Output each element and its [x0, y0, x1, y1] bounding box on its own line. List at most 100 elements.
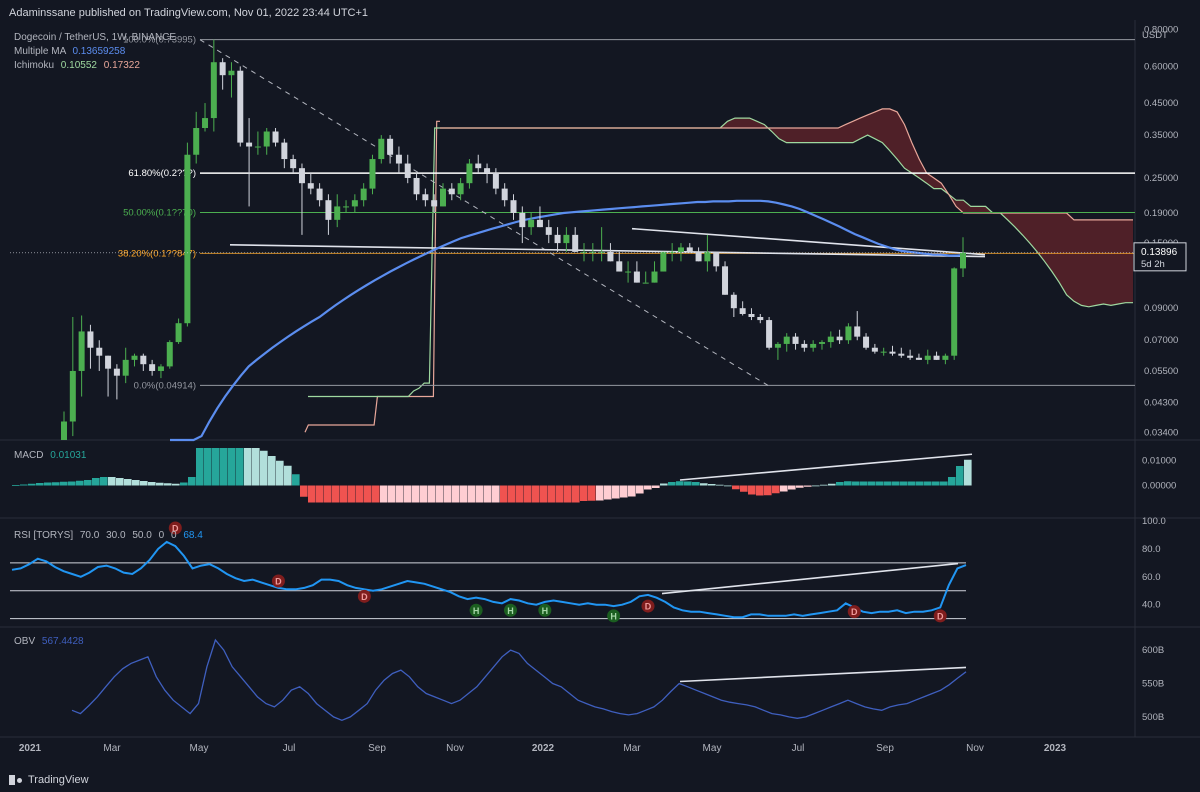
candle-body	[871, 347, 878, 352]
macd-bar	[28, 483, 36, 486]
macd-bar	[76, 480, 84, 486]
rsi-value: 68.4	[183, 530, 203, 541]
macd-bar	[164, 483, 172, 486]
candle-body	[281, 142, 288, 160]
candle-body	[863, 336, 870, 348]
candle-body	[748, 313, 755, 317]
price-tick-label: 0.05500	[1144, 366, 1178, 377]
candle-body	[113, 368, 120, 376]
macd-bar	[788, 485, 796, 490]
macd-bar	[804, 485, 812, 487]
candle-body	[766, 320, 773, 348]
time-axis-label: Mar	[103, 743, 121, 754]
price-tick-label: 0.60000	[1144, 61, 1178, 72]
candle-body	[845, 326, 852, 341]
candle-body	[730, 294, 737, 309]
candle-body	[818, 342, 825, 344]
macd-bar	[484, 485, 492, 503]
candle-body	[431, 200, 438, 207]
macd-bar	[92, 478, 100, 486]
candle-body	[263, 131, 270, 147]
candle-body	[898, 353, 905, 356]
price-tick-label: 0.09000	[1144, 303, 1178, 314]
candle-body	[254, 146, 261, 148]
macd-bar	[644, 485, 652, 490]
macd-bar	[420, 485, 428, 503]
candle-body	[422, 194, 429, 201]
macd-bar	[900, 481, 908, 486]
candle-body	[387, 138, 394, 155]
macd-bar	[692, 482, 700, 486]
rsi-signal-label: D	[275, 576, 282, 586]
macd-bar	[380, 485, 388, 503]
macd-bar	[228, 448, 236, 486]
candle-body	[316, 188, 323, 201]
candle-body	[69, 370, 76, 422]
price-tick-label: 0.80000	[1144, 25, 1178, 36]
candle-body	[448, 188, 455, 195]
macd-bar	[836, 482, 844, 486]
macd-bar	[628, 485, 636, 497]
macd-bar	[468, 485, 476, 503]
candle-body	[616, 261, 623, 272]
rsi-divergence-line	[661, 562, 959, 595]
macd-bar	[44, 482, 52, 486]
candle-body	[783, 336, 790, 344]
ichimoku-value-2: 0.17322	[103, 60, 140, 71]
macd-bar	[780, 485, 788, 492]
macd-bar	[116, 478, 124, 486]
macd-bar	[564, 485, 572, 503]
macd-bar	[652, 485, 660, 488]
candle-body	[237, 70, 244, 143]
candle-body	[457, 183, 464, 195]
macd-bar	[596, 485, 604, 501]
footer-brand-text: TradingView	[28, 774, 89, 786]
candle-body	[466, 163, 473, 184]
candle-body	[105, 355, 112, 369]
macd-bar	[188, 477, 196, 486]
descending-trendline	[631, 227, 986, 256]
macd-bar	[388, 485, 396, 503]
rsi-legend: RSI [TORYS] 70.0 30.0 50.0 0 0 68.4	[14, 530, 203, 541]
macd-bar	[236, 448, 244, 486]
candle-body	[660, 251, 667, 272]
macd-bar	[436, 485, 444, 503]
macd-bar	[460, 485, 468, 503]
macd-bar	[84, 480, 92, 486]
time-axis-label: 2021	[19, 743, 42, 754]
macd-bar	[932, 481, 940, 486]
footer-brand[interactable]: TradingView	[9, 774, 89, 786]
candle-body	[854, 326, 861, 337]
candle-body	[298, 168, 305, 184]
macd-bar	[588, 485, 596, 501]
rsi-signal-label: H	[507, 606, 514, 616]
candle-body	[484, 168, 491, 173]
candle-body	[369, 159, 376, 189]
macd-bar	[724, 485, 732, 487]
candle-body	[801, 343, 808, 348]
price-tick-label: 0.04300	[1144, 397, 1178, 408]
macd-bar	[204, 448, 212, 486]
rsi-signal-label: D	[645, 602, 652, 612]
macd-bar	[620, 485, 628, 498]
candle-body	[757, 316, 764, 321]
candle-body	[378, 138, 385, 160]
rsi-signal-label: H	[542, 606, 549, 616]
macd-bar	[396, 485, 404, 503]
macd-bar	[172, 483, 180, 486]
macd-bar	[364, 485, 372, 503]
candle-body	[404, 163, 411, 178]
macd-bar	[12, 485, 20, 486]
rsi-tick-label: 60.0	[1142, 572, 1161, 583]
candle-body	[607, 251, 614, 262]
macd-bar	[356, 485, 364, 503]
candle-body	[61, 421, 67, 440]
macd-bar	[268, 456, 276, 486]
candle-body	[739, 308, 746, 314]
ichimoku-value-1: 0.10552	[60, 60, 97, 71]
candle-body	[827, 336, 834, 343]
macd-bar	[332, 485, 340, 503]
macd-bar	[732, 485, 740, 490]
time-axis-label: Nov	[966, 743, 984, 754]
candle-body	[554, 234, 561, 244]
